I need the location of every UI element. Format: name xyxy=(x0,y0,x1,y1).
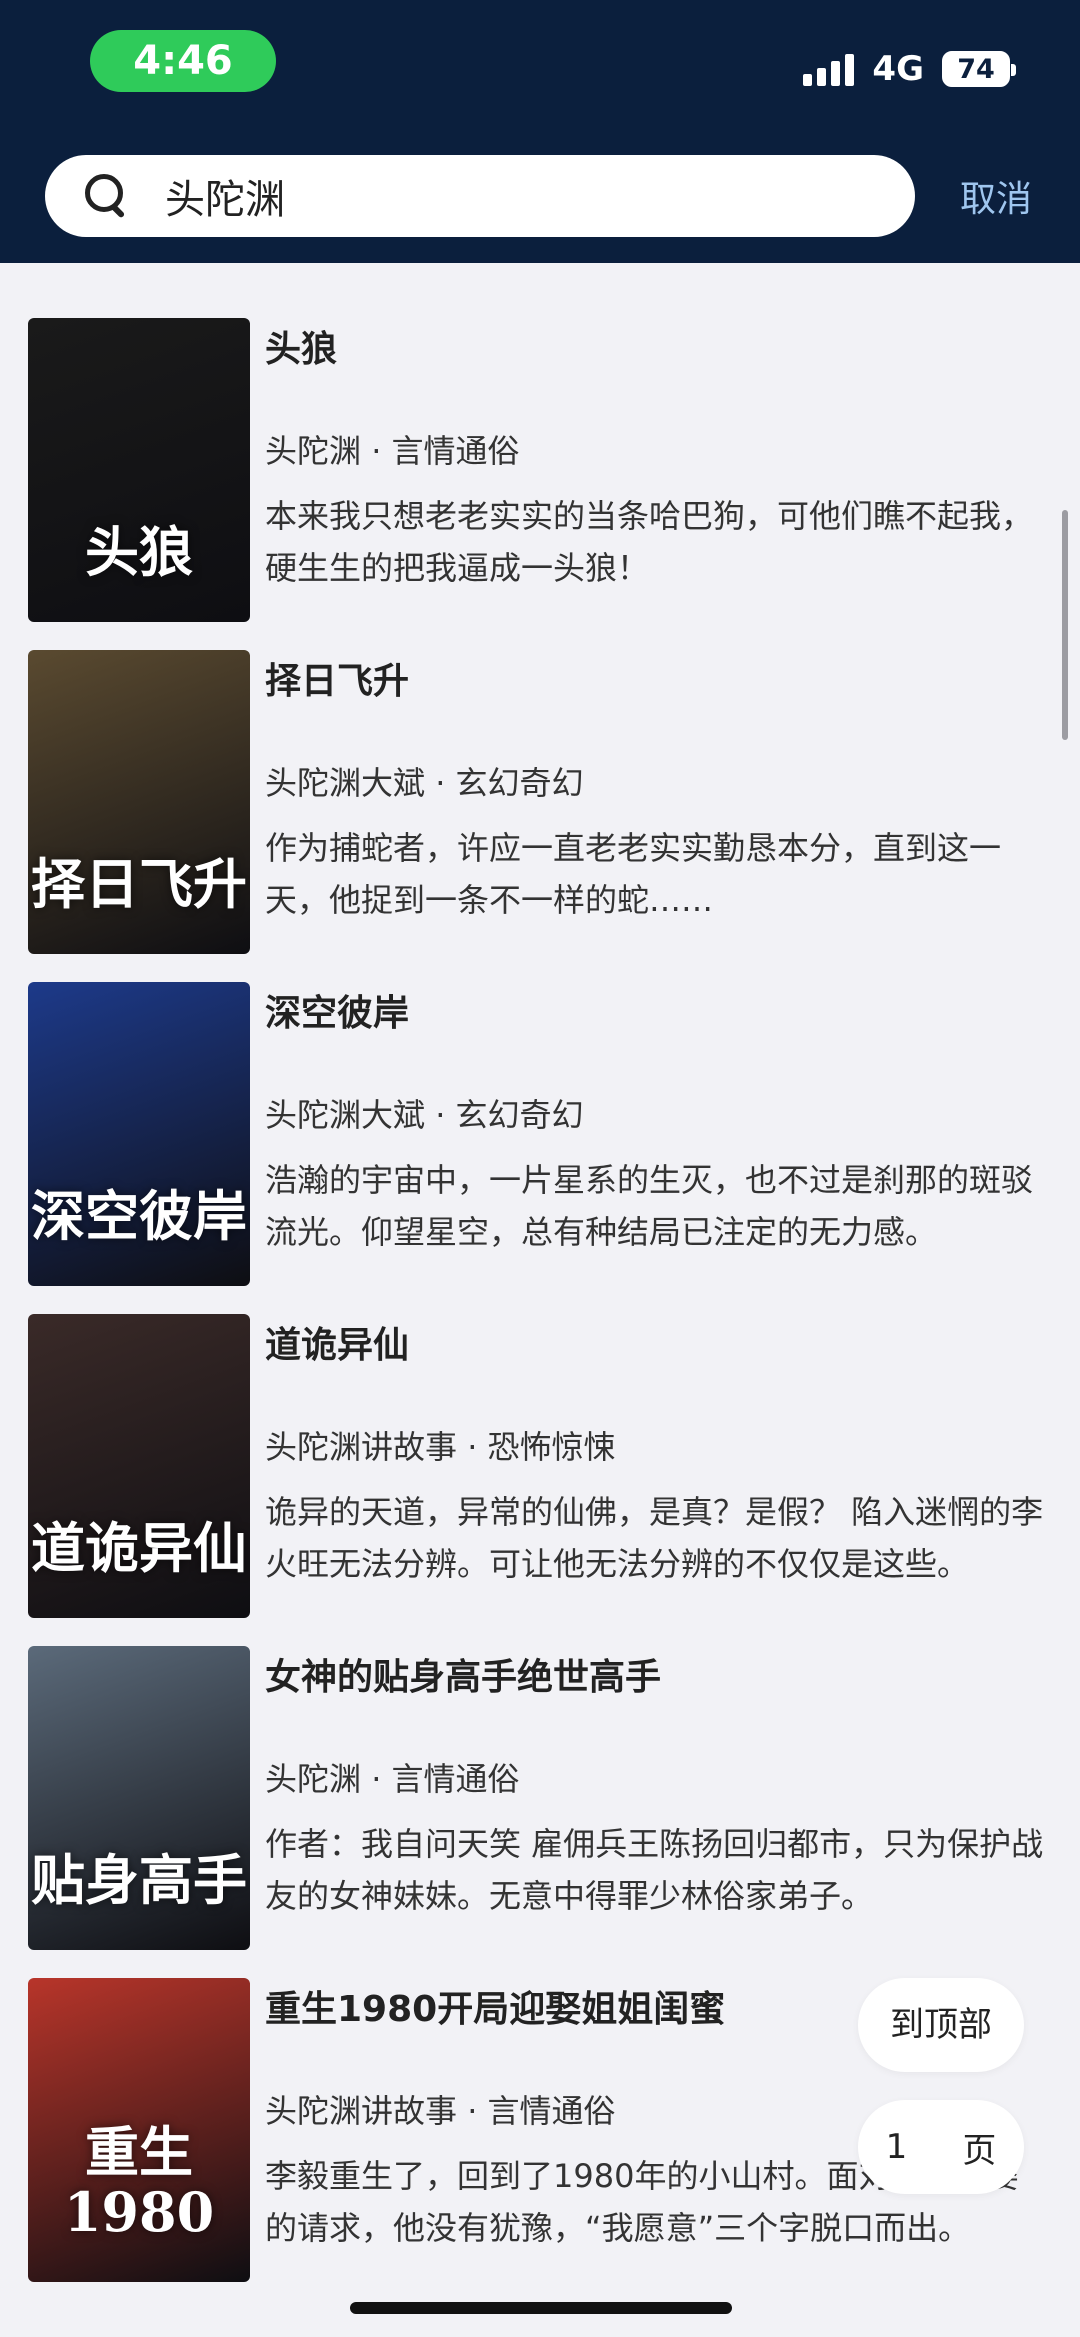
status-icons: 4G 74 xyxy=(803,44,1016,94)
list-item[interactable]: 头狼 头狼 头陀渊 · 言情通俗 本来我只想老老实实的当条哈巴狗，可他们瞧不起我… xyxy=(0,290,1080,622)
battery-icon: 74 xyxy=(942,51,1016,87)
book-title: 女神的贴身高手绝世高手 xyxy=(265,1657,662,1698)
cover-title: 头狼 xyxy=(85,520,193,584)
page-unit: 页 xyxy=(962,2130,997,2171)
cancel-button[interactable]: 取消 xyxy=(960,170,1032,222)
book-description: 本来我只想老老实实的当条哈巴狗，可他们瞧不起我，硬生生的把我逼成一头狼！ xyxy=(265,497,1034,587)
status-time: 4:46 xyxy=(90,30,276,92)
list-item[interactable]: 深空彼岸 深空彼岸 头陀渊大斌 · 玄幻奇幻 浩瀚的宇宙中，一片星系的生灭，也不… xyxy=(0,954,1080,1286)
book-author: 头陀渊 xyxy=(265,432,362,470)
book-description: 作者：我自问天笑 雇佣兵王陈扬回归都市，只为保护战友的女神妹妹。无意中得罪少林俗… xyxy=(265,1825,1044,1915)
book-title: 道诡异仙 xyxy=(265,1325,410,1366)
book-cover: 贴身高手 xyxy=(28,1646,250,1950)
page-indicator-button[interactable]: 1 页 xyxy=(858,2100,1024,2194)
list-item[interactable]: 道诡异仙 道诡异仙 头陀渊讲故事 · 恐怖惊悚 诡异的天道，异常的仙佛，是真？是… xyxy=(0,1286,1080,1618)
cover-title: 深空彼岸 xyxy=(31,1184,247,1248)
search-query: 头陀渊 xyxy=(165,177,285,223)
list-item[interactable]: 择日飞升 择日飞升 头陀渊大斌 · 玄幻奇幻 作为捕蛇者，许应一直老老实实勤恳本… xyxy=(0,622,1080,954)
signal-icon xyxy=(803,52,855,86)
book-cover: 深空彼岸 xyxy=(28,982,250,1286)
cover-title: 重生1980 xyxy=(63,2120,215,2244)
book-meta: 头陀渊大斌 · 玄幻奇幻 xyxy=(265,1096,584,1134)
book-cover: 头狼 xyxy=(28,318,250,622)
book-title: 深空彼岸 xyxy=(265,993,410,1034)
book-cover: 重生1980 xyxy=(28,1978,250,2282)
book-category: 言情通俗 xyxy=(487,2092,616,2130)
cover-title: 道诡异仙 xyxy=(31,1516,247,1580)
book-author: 头陀渊大斌 xyxy=(265,1096,426,1134)
book-category: 恐怖惊悚 xyxy=(487,1428,616,1466)
list-item[interactable]: 贴身高手 女神的贴身高手绝世高手 头陀渊 · 言情通俗 作者：我自问天笑 雇佣兵… xyxy=(0,1618,1080,1950)
book-meta: 头陀渊 · 言情通俗 xyxy=(265,432,520,470)
book-category: 言情通俗 xyxy=(391,432,520,470)
book-author: 头陀渊讲故事 xyxy=(265,1428,458,1466)
book-title: 重生1980开局迎娶姐姐闺蜜 xyxy=(265,1989,726,2030)
book-cover: 道诡异仙 xyxy=(28,1314,250,1618)
book-meta: 头陀渊大斌 · 玄幻奇幻 xyxy=(265,764,584,802)
book-meta: 头陀渊讲故事 · 恐怖惊悚 xyxy=(265,1428,616,1466)
book-meta: 头陀渊 · 言情通俗 xyxy=(265,1760,520,1798)
book-title: 头狼 xyxy=(265,329,338,370)
book-author: 头陀渊讲故事 xyxy=(265,2092,458,2130)
scrollbar[interactable] xyxy=(1062,510,1068,740)
book-description: 作为捕蛇者，许应一直老老实实勤恳本分，直到这一天，他捉到一条不一样的蛇…… xyxy=(265,829,1002,919)
cover-title: 贴身高手 xyxy=(31,1848,247,1912)
book-category: 玄幻奇幻 xyxy=(455,1096,584,1134)
book-cover: 择日飞升 xyxy=(28,650,250,954)
book-author: 头陀渊大斌 xyxy=(265,764,426,802)
book-description: 浩瀚的宇宙中，一片星系的生灭，也不过是刹那的斑驳流光。仰望星空，总有种结局已注定… xyxy=(265,1161,1034,1251)
book-title: 择日飞升 xyxy=(265,661,410,702)
book-description: 诡异的天道，异常的仙佛，是真？是假？ 陷入迷惘的李火旺无法分辨。可让他无法分辨的… xyxy=(265,1493,1044,1583)
home-indicator xyxy=(350,2302,732,2314)
book-meta: 头陀渊讲故事 · 言情通俗 xyxy=(265,2092,616,2130)
book-author: 头陀渊 xyxy=(265,1760,362,1798)
page-number: 1 xyxy=(885,2127,908,2167)
back-to-top-button[interactable]: 到顶部 xyxy=(858,1978,1024,2072)
network-type: 4G xyxy=(872,49,924,89)
search-input[interactable]: 头陀渊 xyxy=(45,155,915,237)
book-category: 言情通俗 xyxy=(391,1760,520,1798)
top-header: 4:46 4G 74 头陀渊 取消 xyxy=(0,0,1080,263)
search-icon xyxy=(85,174,129,219)
book-category: 玄幻奇幻 xyxy=(455,764,584,802)
battery-level: 74 xyxy=(957,53,995,85)
cover-title: 择日飞升 xyxy=(31,852,247,916)
